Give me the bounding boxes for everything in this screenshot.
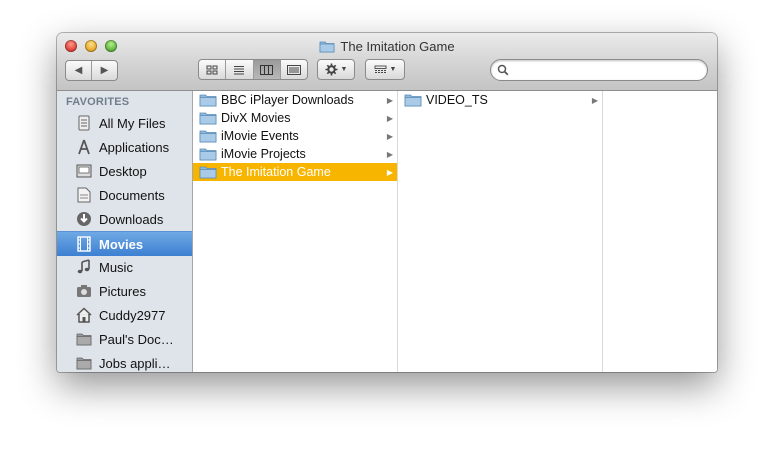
- cover-flow-button[interactable]: [279, 60, 307, 79]
- all-files-icon: [78, 115, 90, 131]
- browser-column-3[interactable]: [603, 91, 717, 372]
- row-label: The Imitation Game: [221, 165, 331, 179]
- sidebar-item-all-my-files[interactable]: All My Files: [57, 111, 192, 135]
- arrange-icon: [374, 65, 386, 73]
- applications-icon: [78, 139, 90, 155]
- row-label: DivX Movies: [221, 111, 291, 125]
- sidebar-item-movies[interactable]: Movies: [57, 231, 192, 256]
- sidebar-item-jobs[interactable]: Jobs appli…: [57, 351, 192, 372]
- finder-window: The Imitation Game ◀ ▶ ▼ ▼ FAVORITES All…: [57, 33, 717, 372]
- sidebar-item-applications[interactable]: Applications: [57, 135, 192, 159]
- row-label: VIDEO_TS: [426, 93, 488, 107]
- downloads-icon: [77, 212, 91, 226]
- column-row-bbc-iplayer[interactable]: BBC iPlayer Downloads ▶: [193, 91, 397, 109]
- disclosure-arrow-icon: ▶: [386, 131, 393, 141]
- disclosure-arrow-icon: ▶: [386, 113, 393, 123]
- folder-icon: [76, 333, 92, 346]
- column-view-button[interactable]: [252, 60, 280, 79]
- sidebar: FAVORITES All My Files Applications Desk…: [57, 91, 193, 372]
- row-label: BBC iPlayer Downloads: [221, 93, 354, 107]
- column-row-divx[interactable]: DivX Movies ▶: [193, 109, 397, 127]
- forward-icon: ▶: [100, 65, 109, 76]
- folder-icon: [199, 148, 217, 161]
- folder-icon: [199, 166, 217, 179]
- chevron-down-icon: ▼: [340, 66, 348, 73]
- sidebar-item-label: All My Files: [99, 115, 166, 131]
- sidebar-item-label: Cuddy2977: [99, 307, 166, 323]
- action-menu-button[interactable]: ▼: [317, 59, 355, 80]
- back-forward-group: ◀ ▶: [65, 60, 118, 81]
- sidebar-item-music[interactable]: Music: [57, 255, 192, 279]
- row-label: iMovie Events: [221, 129, 299, 143]
- browser-column-2[interactable]: VIDEO_TS ▶: [398, 91, 603, 372]
- disclosure-arrow-icon: ▶: [386, 167, 393, 177]
- documents-icon: [77, 187, 91, 203]
- folder-icon: [320, 41, 335, 52]
- sidebar-item-documents[interactable]: Documents: [57, 183, 192, 207]
- column-view-icon: [260, 64, 274, 75]
- sidebar-item-label: Desktop: [99, 163, 147, 179]
- arrange-menu-button[interactable]: ▼: [365, 59, 405, 80]
- icon-view-button[interactable]: [199, 60, 225, 79]
- column-row-imovie-events[interactable]: iMovie Events ▶: [193, 127, 397, 145]
- sidebar-item-downloads[interactable]: Downloads: [57, 207, 192, 231]
- sidebar-item-label: Movies: [99, 236, 144, 252]
- cover-flow-icon: [286, 64, 301, 75]
- disclosure-arrow-icon: ▶: [386, 95, 393, 105]
- sidebar-item-label: Applications: [99, 139, 170, 155]
- icon-view-icon: [206, 65, 218, 74]
- folder-icon: [76, 357, 92, 370]
- browser-column-1[interactable]: BBC iPlayer Downloads ▶ DivX Movies ▶ iM…: [193, 91, 398, 372]
- window-title-text: The Imitation Game: [340, 38, 455, 54]
- search-input[interactable]: [509, 61, 707, 79]
- desktop-icon: [76, 164, 92, 178]
- sidebar-item-label: Downloads: [99, 211, 164, 227]
- disclosure-arrow-icon: ▶: [591, 95, 598, 105]
- column-row-imovie-projects[interactable]: iMovie Projects ▶: [193, 145, 397, 163]
- search-field[interactable]: [490, 59, 708, 81]
- column-row-video-ts[interactable]: VIDEO_TS ▶: [398, 91, 602, 109]
- folder-icon: [404, 94, 422, 107]
- list-view-icon: [234, 65, 245, 74]
- folder-icon: [199, 94, 217, 107]
- row-label: iMovie Projects: [221, 147, 306, 161]
- home-icon: [76, 307, 92, 323]
- movies-icon: [77, 236, 91, 252]
- list-view-button[interactable]: [225, 60, 252, 79]
- sidebar-item-label: Music: [99, 259, 133, 275]
- sidebar-item-label: Pictures: [99, 283, 146, 299]
- column-row-imitation-game[interactable]: The Imitation Game ▶: [193, 163, 397, 181]
- chevron-down-icon: ▼: [389, 66, 397, 73]
- sidebar-item-label: Documents: [99, 187, 165, 203]
- back-button[interactable]: ◀: [66, 61, 91, 80]
- folder-icon: [199, 112, 217, 125]
- back-icon: ◀: [74, 65, 83, 76]
- view-mode-group: [198, 59, 308, 80]
- disclosure-arrow-icon: ▶: [386, 149, 393, 159]
- gear-icon: [325, 63, 338, 76]
- forward-button[interactable]: ▶: [91, 61, 117, 80]
- sidebar-item-home[interactable]: Cuddy2977: [57, 303, 192, 327]
- sidebar-item-pictures[interactable]: Pictures: [57, 279, 192, 303]
- title-bar: The Imitation Game ◀ ▶ ▼ ▼: [57, 33, 717, 91]
- search-icon: [497, 64, 509, 76]
- sidebar-item-pauls-documents[interactable]: Paul's Doc…: [57, 327, 192, 351]
- favorites-header: FAVORITES: [66, 96, 130, 108]
- window-title: The Imitation Game: [57, 38, 717, 54]
- folder-icon: [199, 130, 217, 143]
- sidebar-item-label: Jobs appli…: [99, 355, 171, 371]
- sidebar-item-label: Paul's Doc…: [99, 331, 174, 347]
- sidebar-item-desktop[interactable]: Desktop: [57, 159, 192, 183]
- pictures-icon: [77, 285, 91, 297]
- music-icon: [77, 259, 90, 274]
